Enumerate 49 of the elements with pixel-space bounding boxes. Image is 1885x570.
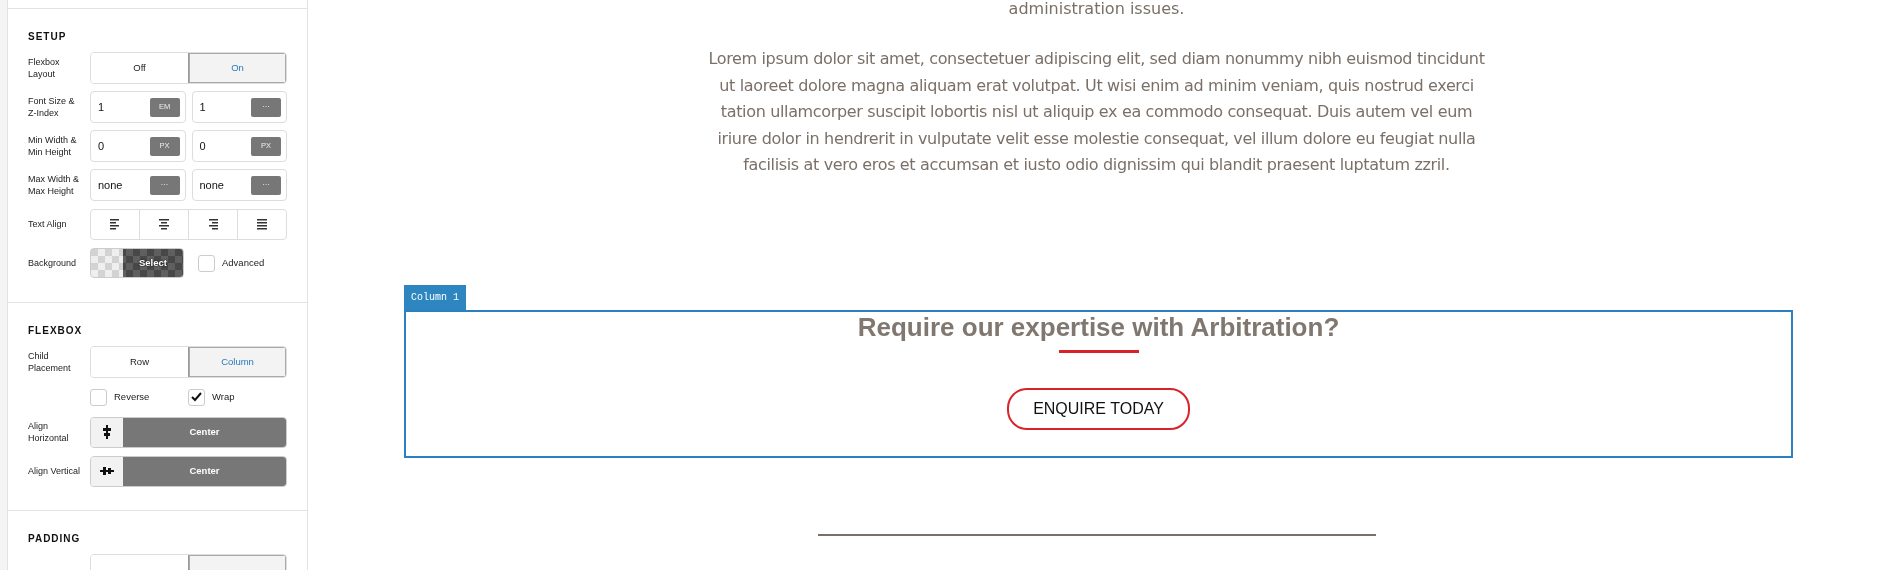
checkbox-label: Advanced	[222, 255, 265, 270]
justify-icon	[257, 218, 267, 230]
field-label: Max Width & Max Height	[28, 173, 80, 197]
align-vertical-icon	[100, 466, 114, 476]
field-value: 0	[98, 138, 105, 154]
paragraph-line: facilisis at vero eros et accumsan et iusto odio dignissim qui blandit praesent luptatum zzril.	[743, 154, 1450, 176]
field-value: none	[199, 177, 224, 193]
field-label: Font Size & Z-Index	[28, 95, 76, 119]
text-align-button[interactable]	[237, 208, 287, 240]
dropdown-value: Center	[123, 456, 286, 486]
field-value: 1	[199, 99, 206, 115]
field-value: 0	[199, 138, 206, 154]
body-text: administration issues.	[1008, 0, 1185, 18]
toggle-option[interactable]: Column	[188, 347, 286, 377]
section-heading: SETUP	[28, 30, 68, 44]
paragraph-line: iriure dolor in hendrerit in vulputate velit esse molestie consequat, vel illum dolore eu feugiat nulla	[717, 127, 1476, 150]
field-label: Align Horizontal	[28, 420, 70, 444]
dropdown-value: Center	[123, 417, 286, 447]
column-frame[interactable]: Require our expertise with Arbitration? ENQUIRE TODAY	[404, 309, 1793, 458]
check-icon	[191, 392, 202, 402]
select-button[interactable]: Select	[90, 248, 184, 278]
paragraph-line: tation ullamcorper suscipit lobortis nisl ut aliquip ex ea commodo consequat. Duis autem vel eum	[720, 101, 1473, 123]
checkbox[interactable]	[188, 388, 205, 406]
section-heading: PADDING	[28, 532, 82, 546]
column-tag: Column 1	[404, 284, 466, 310]
align-left-icon	[110, 218, 120, 230]
field-value: none	[98, 177, 123, 193]
field-label: Flexbox Layout	[28, 56, 61, 80]
checkbox[interactable]	[90, 388, 107, 406]
field-label: Text Align	[28, 218, 68, 230]
alignment-dropdown[interactable]: Center	[90, 416, 287, 448]
field-label: Child Placement	[28, 350, 72, 374]
field-label: Align Vertical	[28, 465, 82, 477]
field-value: 1	[98, 99, 105, 115]
checkbox[interactable]	[198, 254, 215, 272]
paragraph-line: ut laoreet dolore magna aliquam erat volutpat. Ut wisi enim ad minim veniam, quis nostrud exerci	[719, 74, 1474, 97]
section-heading: FLEXBOX	[28, 324, 84, 338]
checkbox-label: Wrap	[212, 389, 235, 404]
align-center-icon	[159, 218, 169, 230]
section-heading: Require our expertise with Arbitration?	[857, 311, 1340, 342]
toggle-option[interactable]: On	[188, 53, 286, 83]
align-right-icon	[208, 218, 218, 230]
enquire-button[interactable]: ENQUIRE TODAY	[1007, 387, 1190, 430]
alignment-dropdown[interactable]: Center	[90, 455, 287, 487]
field-label: Background	[28, 257, 78, 269]
align-horizontal-icon	[102, 425, 112, 439]
paragraph-line: Lorem ipsum dolor sit amet, consectetuer adipiscing elit, sed diam nonummy nibh euismod tincidunt	[708, 48, 1485, 70]
field-label: Min Width & Min Height	[28, 134, 78, 158]
checkbox-label: Reverse	[114, 389, 150, 404]
